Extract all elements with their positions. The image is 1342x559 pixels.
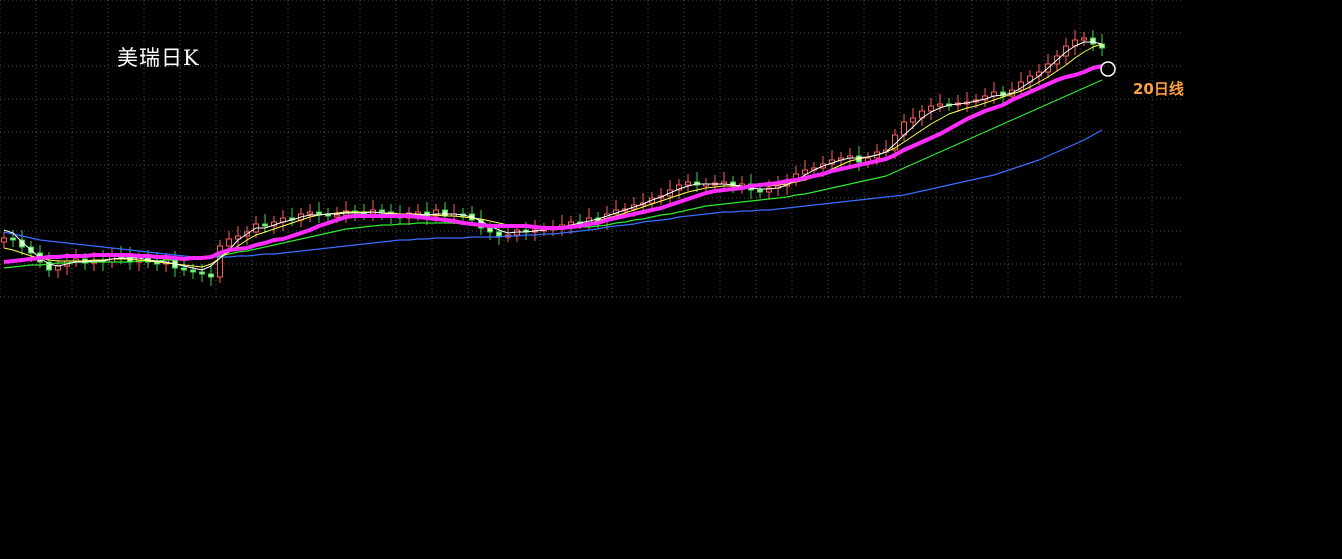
candle-body [685,181,691,186]
candle-body [262,223,268,227]
candle-body [1,237,7,243]
candle-body [1081,37,1087,41]
candle-body [10,237,16,241]
candle-body [442,209,448,217]
candle-body [487,227,493,233]
candle-body [190,269,196,273]
candle-body [910,117,916,123]
candle-body [802,169,808,175]
candle-body [334,214,340,218]
candle-body [208,273,214,278]
candle-body [379,209,385,213]
ma20-annotation: 20日线 [1133,80,1184,98]
candle-body [496,231,502,237]
candle-body [1090,37,1096,45]
candle-body [316,211,322,215]
candle-body [199,271,205,275]
candle-body [226,238,232,247]
candle-body [928,105,934,112]
chart-title: 美瑞日K [117,46,200,70]
candle-body [307,211,313,215]
candle-body [55,265,61,271]
candle-body [757,189,763,193]
candle-body [181,267,187,271]
candle-body [937,103,943,107]
